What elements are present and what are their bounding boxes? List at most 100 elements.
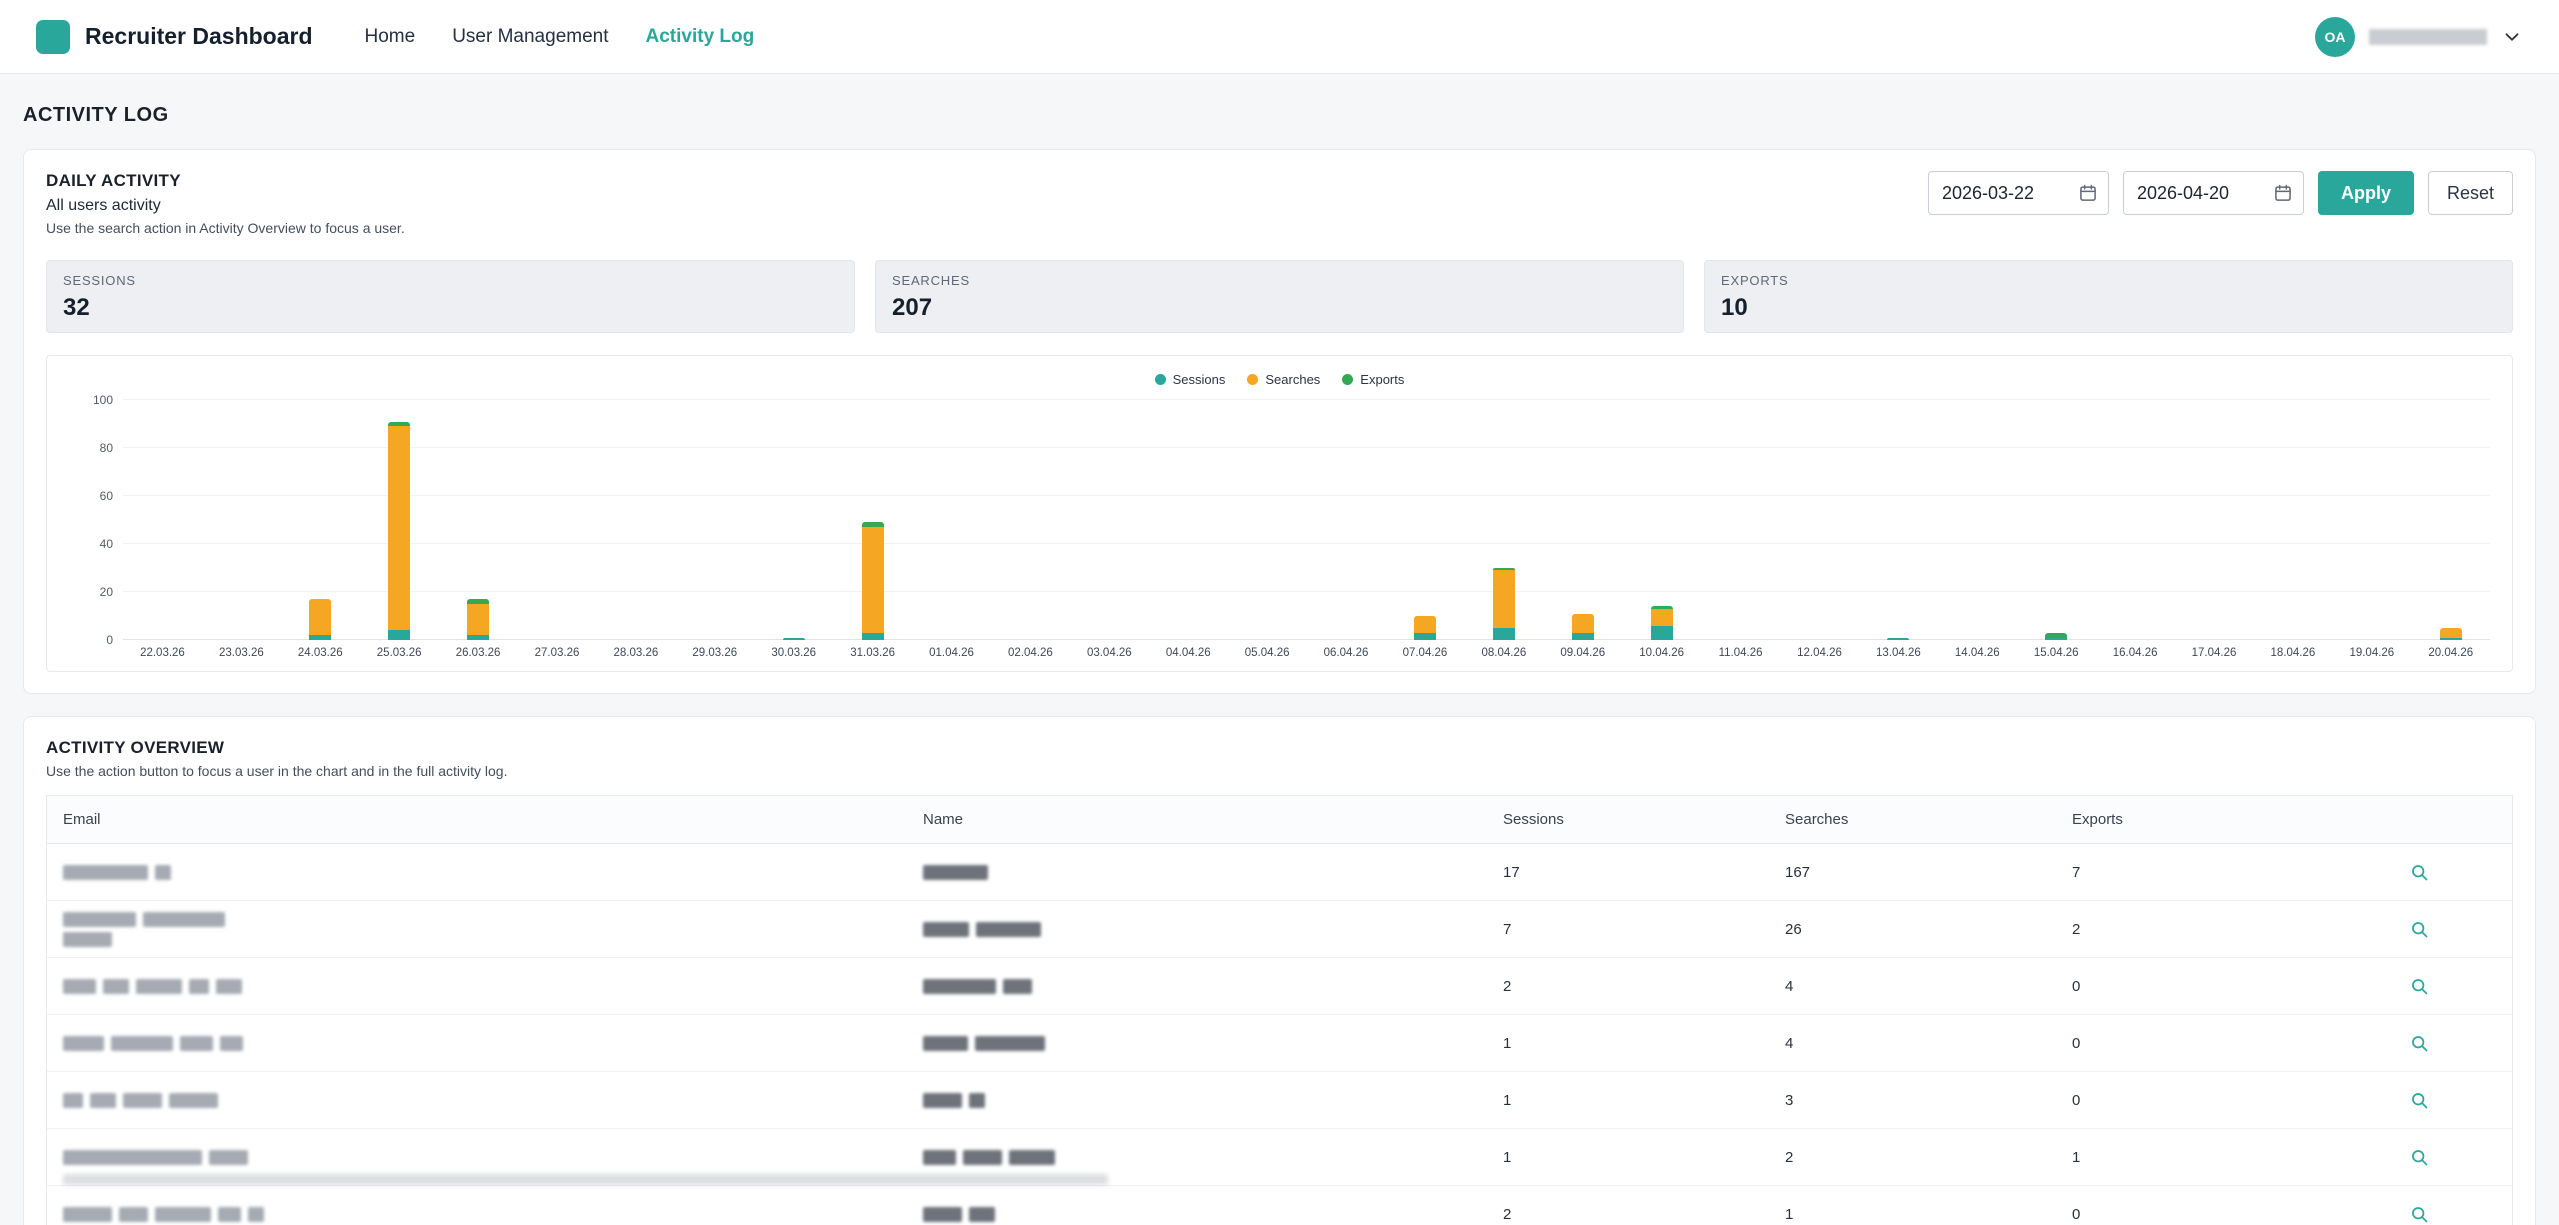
focus-user-button[interactable] [2405, 1143, 2434, 1172]
user-menu[interactable]: OA [2315, 17, 2523, 57]
calendar-icon[interactable] [2273, 183, 2293, 203]
bar-group-12.04.26 [1780, 400, 1859, 640]
daily-activity-headings: DAILY ACTIVITY All users activity Use th… [46, 171, 405, 236]
daily-activity-title: DAILY ACTIVITY [46, 171, 405, 191]
app-title: Recruiter Dashboard [85, 23, 313, 50]
redacted-block [975, 1036, 1045, 1051]
name-cell [907, 1207, 1487, 1222]
email-cell [47, 865, 907, 880]
daily-activity-subtitle: All users activity [46, 197, 405, 215]
bar-group-11.04.26 [1701, 400, 1780, 640]
legend-item-sessions[interactable]: Sessions [1155, 372, 1226, 387]
redacted-block [969, 1093, 985, 1108]
bar-segment-sessions [1414, 633, 1436, 640]
bar-segment-sessions [1887, 638, 1909, 640]
redacted-block [216, 979, 242, 994]
bar-group-09.04.26 [1543, 400, 1622, 640]
row-actions-cell [2326, 972, 2512, 1001]
redacted-block [248, 1207, 264, 1222]
search-icon [2409, 1090, 2430, 1111]
bar-columns [123, 400, 2490, 640]
searches-cell: 1 [1769, 1206, 2056, 1223]
x-axis-tick-label: 06.04.26 [1307, 647, 1386, 659]
bar-group-05.04.26 [1228, 400, 1307, 640]
activity-overview-title: ACTIVITY OVERVIEW [46, 738, 2513, 758]
redacted-text [63, 912, 891, 927]
table-row: 130 [47, 1072, 2512, 1129]
apply-button[interactable]: Apply [2318, 171, 2414, 215]
bar-group-01.04.26 [912, 400, 991, 640]
nav-link-activity-log[interactable]: Activity Log [646, 26, 755, 48]
redacted-block [123, 1093, 162, 1108]
redacted-block [969, 1207, 995, 1222]
redacted-text [923, 1093, 1471, 1108]
row-actions-cell [2326, 1029, 2512, 1058]
activity-table-body: 1716777262240140130121210 [47, 844, 2512, 1225]
redacted-text [923, 1036, 1471, 1051]
focus-user-button[interactable] [2405, 915, 2434, 944]
bar-group-24.03.26 [281, 400, 360, 640]
bar-group-30.03.26 [754, 400, 833, 640]
bar-group-15.04.26 [2017, 400, 2096, 640]
focus-user-button[interactable] [2405, 858, 2434, 887]
date-range-controls: 2026-03-22 2026-04-20 Apply Reset [1928, 171, 2513, 215]
redacted-text [63, 1207, 891, 1222]
exports-cell: 2 [2056, 921, 2326, 938]
bar-segment-sessions [309, 635, 331, 640]
legend-item-searches[interactable]: Searches [1247, 372, 1320, 387]
exports-cell: 0 [2056, 978, 2326, 995]
focus-user-button[interactable] [2405, 1029, 2434, 1058]
activity-table: EmailNameSessionsSearchesExports 1716777… [46, 795, 2513, 1225]
date-to-input[interactable]: 2026-04-20 [2123, 171, 2304, 215]
exports-cell: 7 [2056, 864, 2326, 881]
redacted-block [180, 1036, 213, 1051]
nav-link-user-management[interactable]: User Management [452, 26, 608, 48]
column-header-sessions: Sessions [1487, 811, 1769, 828]
user-name-redacted [2369, 29, 2487, 45]
bar-segment-sessions [783, 638, 805, 640]
top-navbar: Recruiter Dashboard Home User Management… [0, 0, 2559, 74]
y-axis-tick-label: 40 [73, 537, 113, 551]
exports-cell: 0 [2056, 1092, 2326, 1109]
bar-group-23.03.26 [202, 400, 281, 640]
row-actions-cell [2326, 915, 2512, 944]
legend-dot-icon [1155, 374, 1166, 385]
legend-item-exports[interactable]: Exports [1342, 372, 1404, 387]
stats-row: SESSIONS 32 SEARCHES 207 EXPORTS 10 [46, 260, 2513, 333]
email-cell [47, 1036, 907, 1051]
y-axis-tick-label: 80 [73, 441, 113, 455]
redacted-text [63, 1150, 891, 1165]
redacted-block [63, 1036, 104, 1051]
date-from-input[interactable]: 2026-03-22 [1928, 171, 2109, 215]
row-actions-cell [2326, 1143, 2512, 1172]
x-axis-tick-label: 30.03.26 [754, 647, 833, 659]
nav-link-home[interactable]: Home [365, 26, 416, 48]
redacted-block [63, 865, 148, 880]
stat-sessions-value: 32 [63, 294, 838, 322]
bar-group-27.03.26 [518, 400, 597, 640]
bar-group-20.04.26 [2411, 400, 2490, 640]
table-row: 121 [47, 1129, 2512, 1186]
stat-searches: SEARCHES 207 [875, 260, 1684, 333]
bar-segment-searches [1572, 614, 1594, 633]
bar-group-18.04.26 [2253, 400, 2332, 640]
x-axis-tick-label: 11.04.26 [1701, 647, 1780, 659]
avatar[interactable]: OA [2315, 17, 2355, 57]
redacted-block [111, 1036, 173, 1051]
focus-user-button[interactable] [2405, 972, 2434, 1001]
stat-sessions-label: SESSIONS [63, 273, 838, 288]
focus-user-button[interactable] [2405, 1086, 2434, 1115]
reset-button[interactable]: Reset [2428, 171, 2513, 215]
bar-group-02.04.26 [991, 400, 1070, 640]
redacted-block [923, 922, 969, 937]
x-axis-tick-label: 15.04.26 [2017, 647, 2096, 659]
calendar-icon[interactable] [2078, 183, 2098, 203]
redacted-block [1009, 1150, 1055, 1165]
focus-user-button[interactable] [2405, 1200, 2434, 1225]
stat-exports: EXPORTS 10 [1704, 260, 2513, 333]
sessions-cell: 17 [1487, 864, 1769, 881]
bar-segment-sessions [2440, 638, 2462, 640]
chevron-down-icon[interactable] [2501, 26, 2523, 48]
x-axis-tick-label: 09.04.26 [1543, 647, 1622, 659]
bar-group-26.03.26 [439, 400, 518, 640]
